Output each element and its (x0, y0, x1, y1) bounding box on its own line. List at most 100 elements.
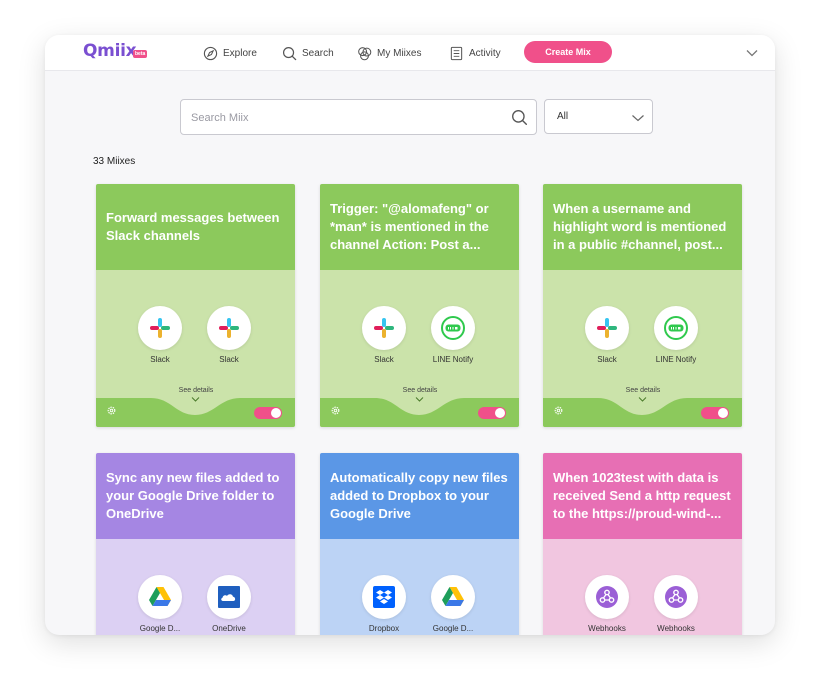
see-details-link[interactable]: See details (603, 387, 683, 394)
gear-icon[interactable] (330, 405, 341, 416)
service-webhooks: Webhooks (572, 575, 642, 633)
service-label: Webhooks (588, 624, 626, 633)
service-label: Webhooks (657, 624, 695, 633)
service-onedrive: OneDrive (194, 575, 264, 633)
service-label: Dropbox (368, 624, 400, 633)
service-dropbox: Dropbox (349, 575, 419, 633)
service-circle (138, 575, 182, 619)
slack-icon (374, 318, 394, 338)
enable-toggle[interactable] (701, 407, 729, 419)
see-details-link[interactable]: See details (380, 387, 460, 394)
nav-my-miixes-label: My Miixes (377, 47, 422, 59)
service-circle (362, 306, 406, 350)
top-nav: Qmiix beta Explore Search My Miixes Acti… (45, 35, 775, 71)
nav-search[interactable]: Search (282, 44, 334, 62)
miix-card[interactable]: Automatically copy new files added to Dr… (320, 453, 519, 635)
service-label: LINE Notify (432, 355, 474, 364)
chevron-down-icon[interactable] (415, 396, 424, 403)
service-circle (585, 306, 629, 350)
circles-icon (358, 46, 372, 60)
gear-icon[interactable] (553, 405, 564, 416)
slack-icon (219, 318, 239, 338)
service-label: LINE Notify (655, 355, 697, 364)
service-circle (138, 306, 182, 350)
card-title: Trigger: "@alomafeng" or *man* is mentio… (330, 201, 489, 252)
onedrive-icon (218, 586, 240, 608)
service-google-drive: Google D... (125, 575, 195, 633)
webhooks-icon (596, 586, 618, 608)
service-label: Google D... (432, 624, 474, 633)
card-body: Slack LINE Notify See details (543, 270, 742, 427)
compass-icon (203, 46, 218, 60)
see-details-link[interactable]: See details (156, 387, 236, 394)
chevron-down-icon[interactable] (638, 396, 647, 403)
chevron-down-icon[interactable] (745, 46, 759, 60)
nav-activity[interactable]: Activity (449, 44, 501, 62)
card-body: Dropbox Google D... (320, 539, 519, 635)
miix-card[interactable]: Forward messages between Slack channels … (96, 184, 295, 427)
chevron-down-icon (632, 115, 644, 122)
google-drive-icon (442, 587, 464, 606)
enable-toggle[interactable] (254, 407, 282, 419)
miix-card[interactable]: Sync any new files added to your Google … (96, 453, 295, 635)
search-icon (282, 46, 297, 60)
logo[interactable]: Qmiix (83, 41, 137, 61)
service-circle (207, 306, 251, 350)
nav-explore[interactable]: Explore (203, 44, 257, 62)
miix-card[interactable]: When a username and highlight word is me… (543, 184, 742, 427)
search-icon[interactable] (511, 109, 528, 126)
app-window: Qmiix beta Explore Search My Miixes Acti… (45, 35, 775, 635)
card-title: When 1023test with data is received Send… (553, 470, 731, 521)
card-title: When a username and highlight word is me… (553, 201, 727, 252)
card-header: Forward messages between Slack channels (96, 184, 295, 270)
card-header: When 1023test with data is received Send… (543, 453, 742, 539)
service-webhooks: Webhooks (641, 575, 711, 633)
service-circle (431, 306, 475, 350)
card-title: Automatically copy new files added to Dr… (330, 470, 508, 521)
card-header: Sync any new files added to your Google … (96, 453, 295, 539)
service-circle (431, 575, 475, 619)
nav-explore-label: Explore (223, 47, 257, 59)
card-title: Sync any new files added to your Google … (106, 470, 280, 521)
service-line-notify: LINE Notify (641, 306, 711, 364)
dropbox-icon (373, 586, 395, 608)
card-body: Google D... OneDrive (96, 539, 295, 635)
chevron-down-icon[interactable] (191, 396, 200, 403)
service-label: Slack (597, 355, 617, 364)
service-label: Slack (219, 355, 239, 364)
google-drive-icon (149, 587, 171, 606)
filter-value: All (557, 111, 569, 122)
slack-icon (150, 318, 170, 338)
search-input[interactable] (191, 109, 491, 127)
service-label: Google D... (139, 624, 181, 633)
service-slack: Slack (125, 306, 195, 364)
service-circle (654, 306, 698, 350)
service-line-notify: LINE Notify (418, 306, 488, 364)
service-circle (654, 575, 698, 619)
service-circle (585, 575, 629, 619)
enable-toggle[interactable] (478, 407, 506, 419)
service-label: Slack (374, 355, 394, 364)
miix-count: 33 Miixes (93, 156, 136, 167)
miix-card[interactable]: When 1023test with data is received Send… (543, 453, 742, 635)
filter-select[interactable]: All (544, 99, 653, 134)
service-circle (207, 575, 251, 619)
list-icon (450, 46, 463, 60)
service-slack: Slack (349, 306, 419, 364)
miix-card[interactable]: Trigger: "@alomafeng" or *man* is mentio… (320, 184, 519, 427)
card-header: When a username and highlight word is me… (543, 184, 742, 270)
nav-activity-label: Activity (469, 47, 501, 59)
nav-my-miixes[interactable]: My Miixes (357, 44, 421, 62)
card-body: Slack LINE Notify See details (320, 270, 519, 427)
card-body: Webhooks Webhooks (543, 539, 742, 635)
create-mix-button[interactable]: Create Mix (524, 41, 612, 63)
search-box (180, 99, 537, 135)
service-circle (362, 575, 406, 619)
gear-icon[interactable] (106, 405, 117, 416)
service-google-drive: Google D... (418, 575, 488, 633)
line-notify-icon (441, 316, 465, 340)
line-notify-icon (664, 316, 688, 340)
card-header: Automatically copy new files added to Dr… (320, 453, 519, 539)
beta-badge: beta (133, 50, 148, 58)
service-slack: Slack (572, 306, 642, 364)
